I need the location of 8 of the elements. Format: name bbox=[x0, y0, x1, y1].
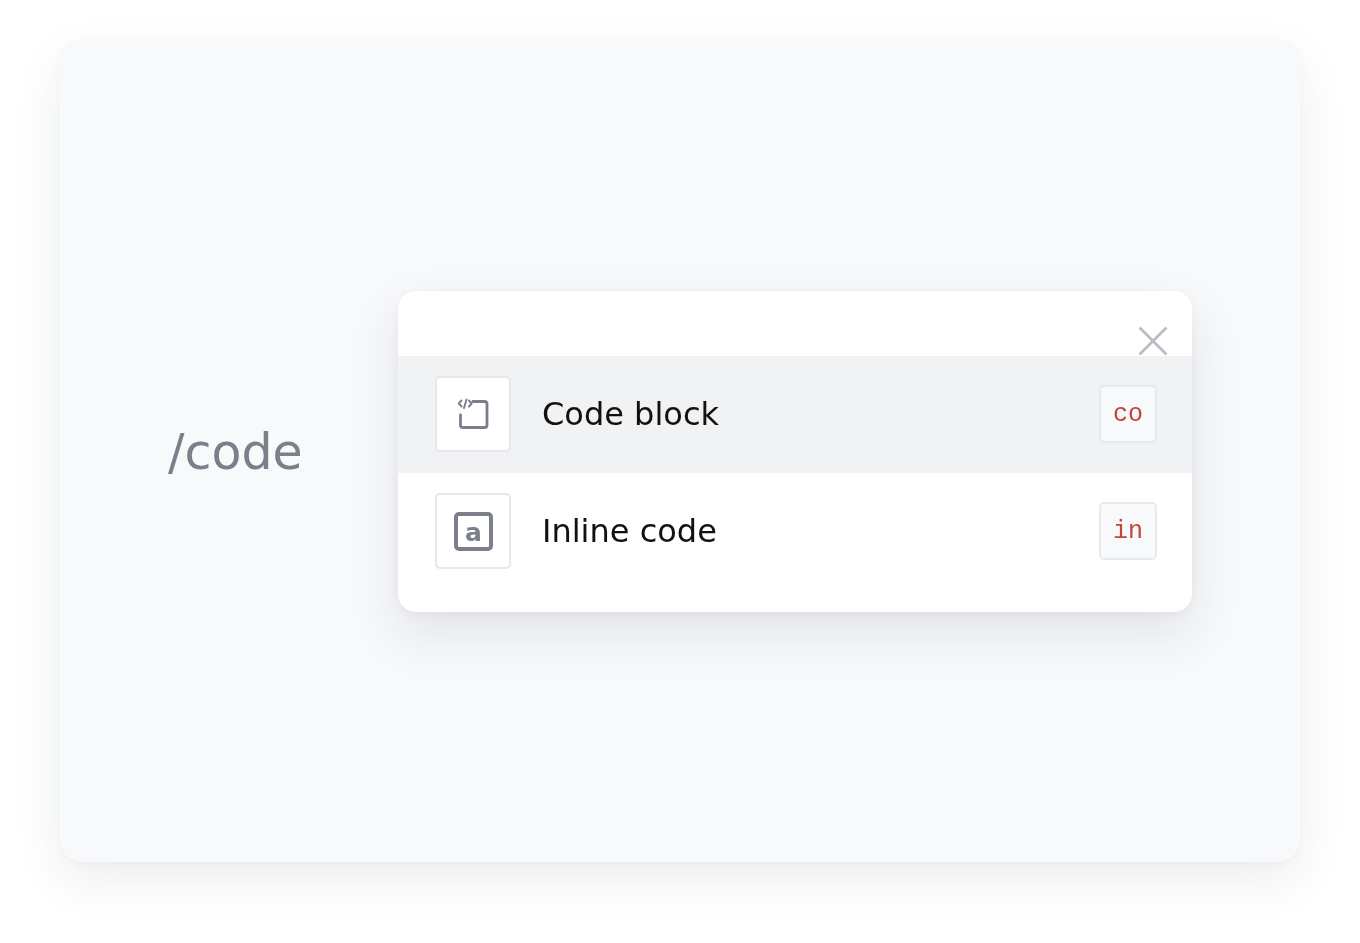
close-icon[interactable] bbox=[1138, 325, 1168, 356]
code-bracket-icon bbox=[435, 376, 511, 452]
command-text: /code bbox=[168, 427, 303, 477]
shortcut-hint: in bbox=[1099, 502, 1157, 560]
menu-item[interactable]: Code block co bbox=[398, 355, 1192, 473]
menu-item[interactable]: a Inline code in bbox=[398, 472, 1192, 590]
shortcut-hint: co bbox=[1099, 385, 1157, 443]
letter-a-icon: a bbox=[435, 493, 511, 569]
